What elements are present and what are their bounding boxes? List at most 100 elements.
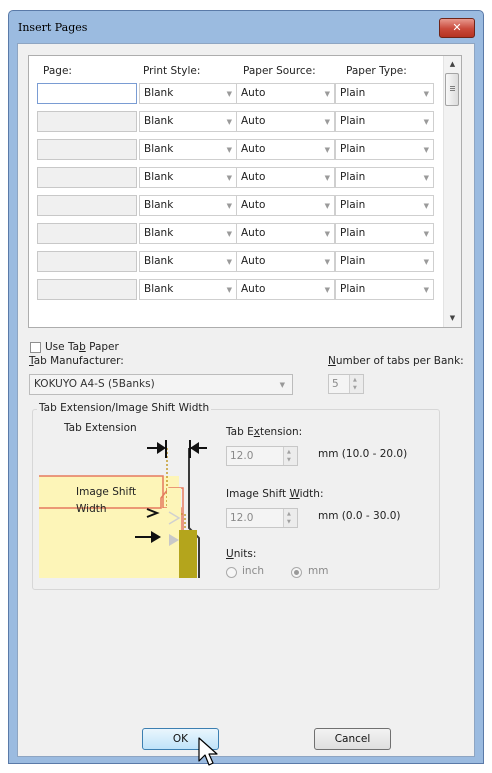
tab-manufacturer-select[interactable]: KOKUYO A4-S (5Banks) ▼ xyxy=(29,374,293,395)
paper-source-select[interactable]: Auto ▼ xyxy=(236,111,335,132)
image-shift-width-spinner[interactable]: 12.0 ▲ ▼ xyxy=(226,508,298,528)
close-button[interactable]: ✕ xyxy=(439,18,475,38)
page-number-input[interactable] xyxy=(37,83,137,104)
paper-source-select-value: Auto xyxy=(241,171,266,183)
chevron-down-icon: ▼ xyxy=(226,202,232,210)
diagram-label-image-shift: Image Shift xyxy=(76,486,137,498)
title-bar[interactable]: Insert Pages ✕ xyxy=(9,11,483,43)
unit-inch-radio[interactable] xyxy=(226,567,237,578)
chevron-down-icon: ▼ xyxy=(226,118,232,126)
paper-type-select[interactable]: Plain ▼ xyxy=(335,223,434,244)
chevron-down-icon: ▼ xyxy=(423,174,429,182)
print-style-select-value: Blank xyxy=(144,87,174,99)
chevron-down-icon: ▼ xyxy=(324,286,330,294)
paper-source-select-value: Auto xyxy=(241,87,266,99)
print-style-select-value: Blank xyxy=(144,115,174,127)
paper-source-select[interactable]: Auto ▼ xyxy=(236,167,335,188)
spin-up-icon[interactable]: ▲ xyxy=(353,377,357,383)
chevron-down-icon: ▼ xyxy=(324,258,330,266)
scroll-thumb[interactable] xyxy=(445,73,459,106)
print-style-select[interactable]: Blank ▼ xyxy=(139,83,237,104)
spin-up-icon[interactable]: ▲ xyxy=(287,449,291,455)
page-number-input[interactable] xyxy=(37,111,137,132)
page-number-input[interactable] xyxy=(37,167,137,188)
spin-down-icon[interactable]: ▼ xyxy=(287,519,291,525)
paper-source-select[interactable]: Auto ▼ xyxy=(236,279,335,300)
paper-source-select[interactable]: Auto ▼ xyxy=(236,83,335,104)
tabs-per-bank-spinner[interactable]: 5 ▲ ▼ xyxy=(328,374,364,394)
chevron-down-icon: ▼ xyxy=(423,202,429,210)
tab-extension-group: Tab Extension/Image Shift Width Tab Exte… xyxy=(32,402,440,590)
paper-type-select[interactable]: Plain ▼ xyxy=(335,195,434,216)
chevron-down-icon: ▼ xyxy=(423,146,429,154)
paper-type-select[interactable]: Plain ▼ xyxy=(335,279,434,300)
paper-source-select[interactable]: Auto ▼ xyxy=(236,223,335,244)
column-header-paper-type: Paper Type: xyxy=(346,65,407,77)
chevron-down-icon: ▼ xyxy=(423,286,429,294)
print-style-select[interactable]: Blank ▼ xyxy=(139,223,237,244)
print-style-select[interactable]: Blank ▼ xyxy=(139,279,237,300)
chevron-down-icon: ▼ xyxy=(226,174,232,182)
paper-source-select-value: Auto xyxy=(241,255,266,267)
use-tab-paper-label: Use Tab Paper xyxy=(45,341,119,353)
print-style-select[interactable]: Blank ▼ xyxy=(139,195,237,216)
insert-pages-dialog: Insert Pages ✕ Page: Print Style: Paper … xyxy=(8,10,484,766)
scroll-down-arrow-icon[interactable]: ▼ xyxy=(444,310,461,327)
units-label: Units: xyxy=(226,548,257,560)
use-tab-paper-checkbox[interactable] xyxy=(30,342,41,353)
image-shift-width-label: Image Shift Width: xyxy=(226,488,324,500)
tab-diagram xyxy=(39,440,207,578)
paper-source-select[interactable]: Auto ▼ xyxy=(236,251,335,272)
paper-type-select[interactable]: Plain ▼ xyxy=(335,111,434,132)
chevron-down-icon: ▼ xyxy=(324,146,330,154)
column-header-paper-source: Paper Source: xyxy=(243,65,316,77)
paper-source-select[interactable]: Auto ▼ xyxy=(236,195,335,216)
paper-type-select[interactable]: Plain ▼ xyxy=(335,139,434,160)
diagram-label-width: Width xyxy=(76,503,107,515)
unit-inch-label: inch xyxy=(242,565,264,577)
close-icon: ✕ xyxy=(452,21,462,34)
chevron-down-icon: ▼ xyxy=(324,202,330,210)
print-style-select[interactable]: Blank ▼ xyxy=(139,251,237,272)
page-number-input[interactable] xyxy=(37,251,137,272)
tab-manufacturer-value: KOKUYO A4-S (5Banks) xyxy=(34,378,155,390)
column-header-print-style: Print Style: xyxy=(143,65,201,77)
print-style-select[interactable]: Blank ▼ xyxy=(139,167,237,188)
tab-extension-value: 12.0 xyxy=(230,450,254,462)
page-number-input[interactable] xyxy=(37,223,137,244)
paper-source-select[interactable]: Auto ▼ xyxy=(236,139,335,160)
spin-down-icon[interactable]: ▼ xyxy=(287,457,291,463)
chevron-down-icon: ▼ xyxy=(324,90,330,98)
column-header-page: Page: xyxy=(43,65,72,77)
chevron-down-icon: ▼ xyxy=(423,230,429,238)
paper-type-select-value: Plain xyxy=(340,115,366,127)
chevron-down-icon: ▼ xyxy=(226,286,232,294)
page-number-input[interactable] xyxy=(37,279,137,300)
scroll-up-arrow-icon[interactable]: ▲ xyxy=(444,56,461,73)
chevron-down-icon: ▼ xyxy=(324,230,330,238)
spin-down-icon[interactable]: ▼ xyxy=(353,385,357,391)
paper-type-select[interactable]: Plain ▼ xyxy=(335,251,434,272)
unit-mm-radio[interactable] xyxy=(291,567,302,578)
paper-type-select[interactable]: Plain ▼ xyxy=(335,83,434,104)
chevron-down-icon: ▼ xyxy=(423,258,429,266)
chevron-down-icon: ▼ xyxy=(324,174,330,182)
page-number-input[interactable] xyxy=(37,139,137,160)
spin-up-icon[interactable]: ▲ xyxy=(287,511,291,517)
paper-source-select-value: Auto xyxy=(241,227,266,239)
paper-source-select-value: Auto xyxy=(241,199,266,211)
paper-type-select[interactable]: Plain ▼ xyxy=(335,167,434,188)
cancel-button[interactable]: Cancel xyxy=(314,728,391,750)
print-style-select-value: Blank xyxy=(144,255,174,267)
image-shift-width-value: 12.0 xyxy=(230,512,254,524)
page-list-scrollbar[interactable]: ▲ ▼ xyxy=(443,56,461,327)
print-style-select[interactable]: Blank ▼ xyxy=(139,139,237,160)
tab-extension-spinner[interactable]: 12.0 ▲ ▼ xyxy=(226,446,298,466)
print-style-select[interactable]: Blank ▼ xyxy=(139,111,237,132)
dialog-body: Page: Print Style: Paper Source: Paper T… xyxy=(17,43,475,766)
print-style-select-value: Blank xyxy=(144,227,174,239)
page-number-input[interactable] xyxy=(37,195,137,216)
chevron-down-icon: ▼ xyxy=(226,258,232,266)
chevron-down-icon: ▼ xyxy=(423,118,429,126)
paper-type-select-value: Plain xyxy=(340,227,366,239)
